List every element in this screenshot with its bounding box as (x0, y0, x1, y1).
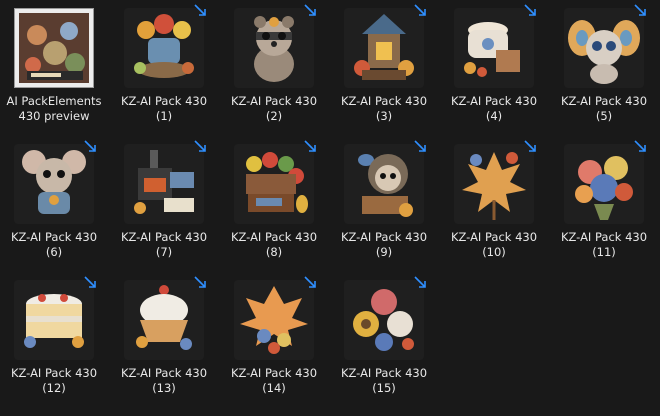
file-label: KZ-AI Pack 430 (7) (120, 230, 208, 259)
file-label: KZ-AI Pack 430 (15) (340, 366, 428, 395)
shortcut-arrow-icon (304, 276, 316, 288)
autumn-leaves-icon (234, 280, 314, 360)
shortcut-arrow-icon (634, 4, 646, 16)
file-item-7[interactable]: KZ-AI Pack 430 (7) (110, 136, 218, 264)
file-label: KZ-AI Pack 430 (1) (120, 94, 208, 123)
shortcut-arrow-icon (414, 276, 426, 288)
flower-bouquet-icon (564, 144, 644, 224)
file-item-10[interactable]: KZ-AI Pack 430 (10) (440, 136, 548, 264)
file-item-13[interactable]: KZ-AI Pack 430 (13) (110, 272, 218, 400)
shortcut-arrow-icon (194, 140, 206, 152)
file-item-3[interactable]: KZ-AI Pack 430 (3) (330, 0, 438, 128)
file-grid: AI PackElements 430 preview KZ-AI Pack 43… (0, 0, 660, 416)
file-item-15[interactable]: KZ-AI Pack 430 (15) (330, 272, 438, 400)
preview-collage-icon (14, 8, 94, 88)
shortcut-arrow-icon (304, 140, 316, 152)
file-item-11[interactable]: KZ-AI Pack 430 (11) (550, 136, 658, 264)
file-label: KZ-AI Pack 430 (4) (450, 94, 538, 123)
shortcut-arrow-icon (634, 140, 646, 152)
shortcut-arrow-icon (84, 140, 96, 152)
cupcake-icon (124, 280, 204, 360)
mouse-icon (14, 144, 94, 224)
stove-icon (124, 144, 204, 224)
raccoon-icon (234, 8, 314, 88)
shortcut-arrow-icon (414, 4, 426, 16)
shortcut-arrow-icon (524, 4, 536, 16)
file-item-14[interactable]: KZ-AI Pack 430 (14) (220, 272, 328, 400)
cake-slice-icon (14, 280, 94, 360)
file-label: KZ-AI Pack 430 (8) (230, 230, 318, 259)
file-label: KZ-AI Pack 430 (3) (340, 94, 428, 123)
file-label: KZ-AI Pack 430 (10) (450, 230, 538, 259)
file-item-12[interactable]: KZ-AI Pack 430 (12) (0, 272, 108, 400)
file-item-preview[interactable]: AI PackElements 430 preview (0, 0, 108, 128)
file-label: KZ-AI Pack 430 (14) (230, 366, 318, 395)
file-item-8[interactable]: KZ-AI Pack 430 (8) (220, 136, 328, 264)
file-item-4[interactable]: KZ-AI Pack 430 (4) (440, 0, 548, 128)
file-label: KZ-AI Pack 430 (2) (230, 94, 318, 123)
file-item-6[interactable]: KZ-AI Pack 430 (6) (0, 136, 108, 264)
file-label: KZ-AI Pack 430 (6) (10, 230, 98, 259)
file-label: AI PackElements 430 preview (6, 94, 102, 123)
file-item-2[interactable]: KZ-AI Pack 430 (2) (220, 0, 328, 128)
shortcut-arrow-icon (414, 140, 426, 152)
file-item-5[interactable]: KZ-AI Pack 430 (5) (550, 0, 658, 128)
shortcut-arrow-icon (524, 140, 536, 152)
file-label: KZ-AI Pack 430 (11) (560, 230, 648, 259)
flower-teapot-icon (124, 8, 204, 88)
file-label: KZ-AI Pack 430 (5) (560, 94, 648, 123)
butterfly-creature-icon (564, 8, 644, 88)
maple-leaf-icon (454, 144, 534, 224)
file-label: KZ-AI Pack 430 (13) (120, 366, 208, 395)
rose-cluster-icon (344, 280, 424, 360)
shortcut-arrow-icon (304, 4, 316, 16)
shortcut-arrow-icon (194, 4, 206, 16)
hedgehog-icon (344, 144, 424, 224)
shortcut-arrow-icon (194, 276, 206, 288)
teacup-icon (454, 8, 534, 88)
file-item-9[interactable]: KZ-AI Pack 430 (9) (330, 136, 438, 264)
fruit-crate-icon (234, 144, 314, 224)
shortcut-arrow-icon (84, 276, 96, 288)
file-label: KZ-AI Pack 430 (12) (10, 366, 98, 395)
file-item-1[interactable]: KZ-AI Pack 430 (1) (110, 0, 218, 128)
lantern-house-icon (344, 8, 424, 88)
file-label: KZ-AI Pack 430 (9) (340, 230, 428, 259)
